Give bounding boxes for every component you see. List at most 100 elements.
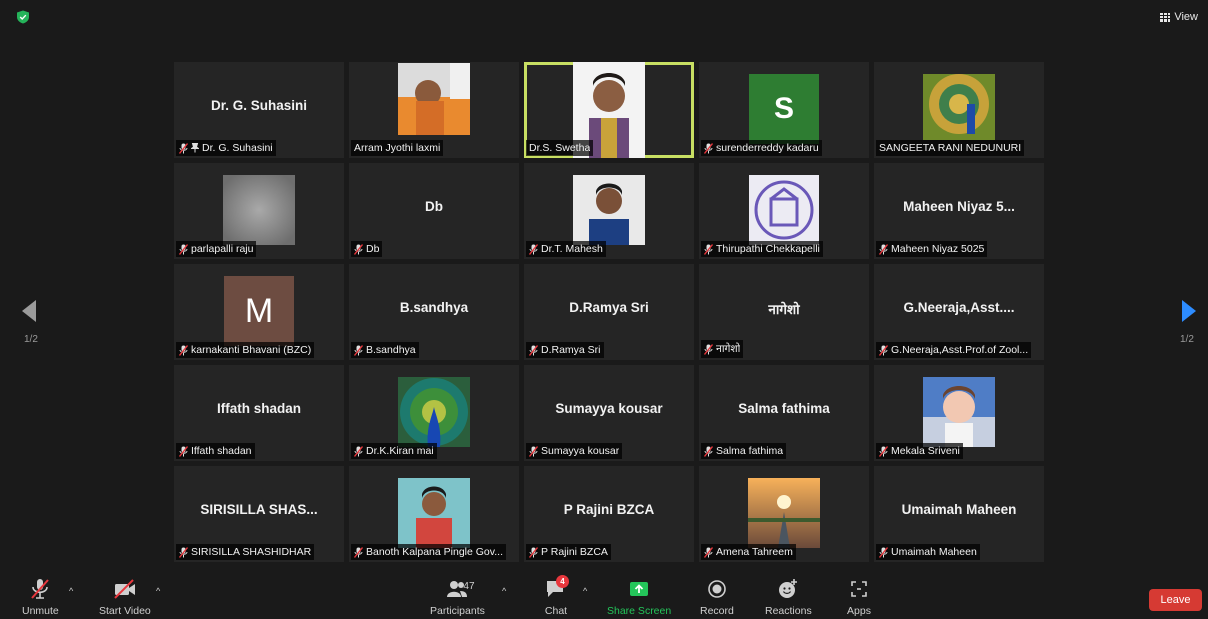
participant-tile[interactable]: M karnakanti Bhavani (BZC) <box>174 264 344 360</box>
muted-mic-icon <box>879 445 888 457</box>
participant-tile[interactable]: Dr.K.Kiran mai <box>349 365 519 461</box>
pin-icon <box>191 143 199 153</box>
leave-button[interactable]: Leave <box>1149 589 1202 611</box>
muted-mic-icon <box>879 243 888 255</box>
name-label: Dr.T. Mahesh <box>526 241 606 257</box>
muted-mic-icon <box>179 142 188 154</box>
name-label: Dr. G. Suhasini <box>176 140 276 156</box>
muted-mic-icon <box>179 445 188 457</box>
participants-options-caret-icon[interactable]: ^ <box>502 586 506 596</box>
previous-page-arrow-icon[interactable] <box>22 300 36 322</box>
name-label: Amena Tahreem <box>701 544 796 560</box>
start-video-button[interactable]: Start Video <box>99 578 151 617</box>
shield-icon[interactable] <box>16 10 30 24</box>
muted-mic-icon <box>179 243 188 255</box>
participant-tile[interactable]: नागेशो नागेशो <box>699 264 869 360</box>
participant-tile[interactable]: Sumayya kousar Sumayya kousar <box>524 365 694 461</box>
muted-mic-icon <box>354 243 363 255</box>
participant-tile[interactable]: Iffath shadan Iffath shadan <box>174 365 344 461</box>
muted-mic-icon <box>354 546 363 558</box>
tile-name: Umaimah Maheen <box>901 502 1017 517</box>
record-button[interactable]: Record <box>700 578 734 617</box>
name-label: Salma fathima <box>701 443 787 459</box>
name-label: Thirupathi Chekkapelli <box>701 241 823 257</box>
grid-view-icon <box>1160 12 1171 22</box>
share-screen-button[interactable]: Share Screen <box>607 578 671 617</box>
video-off-icon <box>112 578 138 600</box>
record-icon <box>704 578 730 600</box>
tile-name: नागेशो <box>768 302 800 317</box>
participant-tile[interactable]: Maheen Niyaz 5... Maheen Niyaz 5025 <box>874 163 1044 259</box>
participant-photo <box>923 74 995 140</box>
participant-tile[interactable]: Banoth Kalpana Pingle Gov... <box>349 466 519 562</box>
next-page-arrow-icon[interactable] <box>1182 300 1196 322</box>
muted-mic-icon <box>354 344 363 356</box>
participant-tile[interactable]: Dr. G. Suhasini Dr. G. Suhasini <box>174 62 344 158</box>
reactions-button[interactable]: Reactions <box>765 578 812 617</box>
participant-tile[interactable]: Db Db <box>349 163 519 259</box>
participant-tile[interactable]: Dr.T. Mahesh <box>524 163 694 259</box>
participant-photo <box>398 478 470 548</box>
participant-tile[interactable]: P Rajini BZCA P Rajini BZCA <box>524 466 694 562</box>
participant-tile[interactable]: SANGEETA RANI NEDUNURI <box>874 62 1044 158</box>
tile-name: SIRISILLA SHAS... <box>200 502 318 517</box>
chat-unread-badge: 4 <box>556 575 569 588</box>
participants-button[interactable]: 47 Participants <box>430 578 485 617</box>
participant-photo <box>923 377 995 447</box>
name-label: Arram Jyothi laxmi <box>351 140 444 156</box>
name-label: Dr.S. Swetha <box>526 140 594 156</box>
participant-tile[interactable]: Mekala Sriveni <box>874 365 1044 461</box>
tile-name: P Rajini BZCA <box>563 502 655 517</box>
gallery-view: Dr. G. Suhasini Dr. G. Suhasini Arram Jy… <box>174 62 1045 562</box>
participant-tile[interactable]: Thirupathi Chekkapelli <box>699 163 869 259</box>
tile-name: Salma fathima <box>738 401 830 416</box>
share-screen-icon <box>626 578 652 600</box>
participant-photo <box>398 377 470 447</box>
muted-microphone-icon <box>27 578 53 600</box>
muted-mic-icon <box>704 343 713 355</box>
participant-tile[interactable]: SIRISILLA SHAS... SIRISILLA SHASHIDHAR <box>174 466 344 562</box>
participant-tile[interactable]: Amena Tahreem <box>699 466 869 562</box>
participant-tile[interactable]: S surenderreddy kadaru <box>699 62 869 158</box>
participant-tile[interactable]: parlapalli raju <box>174 163 344 259</box>
muted-mic-icon <box>179 546 188 558</box>
name-label: SIRISILLA SHASHIDHAR <box>176 544 315 560</box>
name-label: surenderreddy kadaru <box>701 140 822 156</box>
chat-button[interactable]: 4 Chat <box>543 575 569 617</box>
participant-video <box>398 63 470 135</box>
apps-button[interactable]: Apps <box>846 578 872 617</box>
video-options-caret-icon[interactable]: ^ <box>156 586 160 596</box>
name-label: Umaimah Maheen <box>876 544 980 560</box>
muted-mic-icon <box>529 445 538 457</box>
muted-mic-icon <box>354 445 363 457</box>
participant-tile[interactable]: B.sandhya B.sandhya <box>349 264 519 360</box>
name-label: Dr.K.Kiran mai <box>351 443 437 459</box>
participant-photo <box>573 175 645 245</box>
participant-tile-active-speaker[interactable]: Dr.S. Swetha <box>524 62 694 158</box>
chat-options-caret-icon[interactable]: ^ <box>583 586 587 596</box>
name-label: Db <box>351 241 383 257</box>
participant-tile[interactable]: Umaimah Maheen Umaimah Maheen <box>874 466 1044 562</box>
participant-tile[interactable]: D.Ramya Sri D.Ramya Sri <box>524 264 694 360</box>
participant-tile[interactable]: Salma fathima Salma fathima <box>699 365 869 461</box>
muted-mic-icon <box>879 344 888 356</box>
audio-options-caret-icon[interactable]: ^ <box>69 586 73 596</box>
tile-name: Db <box>425 199 443 214</box>
participant-tile[interactable]: Arram Jyothi laxmi <box>349 62 519 158</box>
name-label: Banoth Kalpana Pingle Gov... <box>351 544 506 560</box>
participant-tile[interactable]: G.Neeraja,Asst.... G.Neeraja,Asst.Prof.o… <box>874 264 1044 360</box>
view-button[interactable]: View <box>1160 11 1198 23</box>
name-label: B.sandhya <box>351 342 419 358</box>
tile-name: Dr. G. Suhasini <box>210 98 308 113</box>
name-label: नागेशो <box>701 340 744 358</box>
muted-mic-icon <box>879 546 888 558</box>
name-label: D.Ramya Sri <box>526 342 604 358</box>
muted-mic-icon <box>704 445 713 457</box>
tile-name: G.Neeraja,Asst.... <box>903 300 1015 315</box>
muted-mic-icon <box>704 243 713 255</box>
name-label: SANGEETA RANI NEDUNURI <box>876 140 1025 156</box>
name-label: Sumayya kousar <box>526 443 623 459</box>
chat-icon: 4 <box>543 575 569 600</box>
unmute-button[interactable]: Unmute <box>22 578 59 617</box>
name-label: G.Neeraja,Asst.Prof.of Zool... <box>876 342 1032 358</box>
